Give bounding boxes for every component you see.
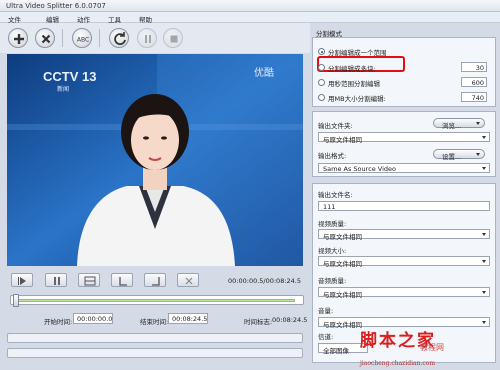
add-button[interactable] [8,28,28,48]
menu-bar: 文件 编辑 动作 工具 帮助 [0,12,500,24]
total-progress-bar [7,348,303,358]
toolbar-separator [99,29,100,47]
chevron-down-icon [476,153,480,156]
output-format-label: 输出格式: [318,152,347,160]
cancel-mark-button[interactable] [177,273,199,287]
video-size-value: 与原文件相同 [323,260,362,268]
video-frame: CCTV 13 新闻 优酷 [7,54,303,266]
toolbar: ABC [0,23,310,53]
channel-sub: 新闻 [57,85,69,93]
split-mode-radio-range[interactable] [318,48,325,55]
remove-icon [41,34,51,44]
chevron-down-icon [482,291,486,294]
split-mode-radio-size[interactable] [318,94,325,101]
settings-button[interactable]: 设置... [433,149,485,161]
watermark-url: jiaocheng.chazidian.com [360,360,436,367]
audio-quality-value: 与原文件相同 [323,291,362,299]
split-progress-bar [7,333,303,343]
pause-frame-icon [54,277,60,285]
chevron-down-icon [482,167,486,170]
stop-button[interactable] [163,28,183,48]
chevron-down-icon [482,233,486,236]
toolbar-separator [62,29,63,47]
split-button[interactable] [78,273,100,287]
volume-label: 音量: [318,307,334,315]
timeline-slider[interactable] [10,294,304,307]
abc-icon: ABC [77,37,89,44]
play-icon [18,277,26,285]
bracket-start-icon [119,277,127,286]
refresh-button[interactable] [109,28,129,48]
browse-button[interactable]: 浏览... [433,118,485,130]
refresh-icon [114,32,126,45]
video-quality-select[interactable]: 与原文件相同 [318,229,490,241]
chevron-down-icon [482,260,486,263]
split-mode-radio-seconds[interactable] [318,79,325,86]
chevron-down-icon [482,136,486,139]
pause-button[interactable] [137,28,157,48]
output-folder-value: 与原文件相同 [323,136,362,144]
channel-label: 信道: [318,333,334,341]
split-icon [84,276,96,286]
svg-text:ABC: ABC [77,37,89,44]
timeline-fill [13,299,295,302]
x-mark-icon [185,277,193,285]
frame-button[interactable] [45,273,67,287]
output-filename-label: 输出文件名: [318,191,353,199]
browse-button-label: 浏览... [442,122,462,130]
watermark-sub: 教程网 [420,343,444,352]
pause-icon [145,35,151,43]
split-mode-pieces-label: 分割编辑成多块: [328,65,376,73]
audio-quality-label: 音频质量: [318,277,347,285]
output-folder-label: 输出文件夹: [318,122,353,130]
video-preview: CCTV 13 新闻 优酷 [7,54,303,266]
window-title: Ultra Video Splitter 6.0.0707 [6,2,106,10]
time-mark-value: 00:08:24.5 [272,316,308,324]
pieces-count-input[interactable]: 30 [461,62,487,72]
split-mode-radio-pieces[interactable] [318,64,325,71]
chevron-down-icon [482,321,486,324]
split-mode-size-label: 用MB大小分割编辑: [328,95,386,103]
output-format-value: Same As Source Video [323,165,397,173]
add-icon [14,34,24,44]
corner-logo: 优酷 [254,66,274,79]
time-fields: 开始时间: 00:00:00.0 结束时间: 00:08:24.5 时间标志: … [0,313,310,327]
bracket-end-icon [152,277,160,286]
chevron-down-icon [476,122,480,125]
start-time-input[interactable]: 00:00:00.0 [73,313,113,324]
settings-button-label: 设置... [442,153,462,161]
audio-quality-select[interactable]: 与原文件相同 [318,287,490,299]
seconds-input[interactable]: 600 [461,77,487,87]
timeline-thumb[interactable] [13,294,19,307]
time-display: 00:00:00.5/00:08:24.5 [228,277,301,285]
volume-value: 与原文件相同 [323,321,362,329]
end-time-label: 结束时间: [140,318,169,326]
output-filename-input[interactable]: 111 [318,201,490,211]
set-start-button[interactable] [111,273,133,287]
start-time-label: 开始时间: [44,318,73,326]
playback-controls: 00:00:00.5/00:08:24.5 [7,271,303,291]
end-time-input[interactable]: 00:08:24.5 [168,313,208,324]
channel-value: 全部图像 [323,347,349,355]
remove-button[interactable] [35,28,55,48]
output-settings-group: 输出文件夹: 浏览... 与原文件相同 输出格式: 设置... Same As … [312,111,496,177]
output-format-select[interactable]: Same As Source Video [318,163,490,173]
video-quality-value: 与原文件相同 [323,233,362,241]
output-folder-select[interactable]: 与原文件相同 [318,132,490,144]
time-mark-label: 时间标志: [244,318,273,326]
play-button[interactable] [11,273,33,287]
split-mode-seconds-label: 用秒范围分割编辑 [328,80,380,88]
abc-button[interactable]: ABC [72,28,92,48]
split-mode-range-label: 分割编辑成一个范围 [328,49,387,57]
video-quality-label: 视频质量: [318,220,347,228]
size-mb-input[interactable]: 740 [461,92,487,102]
title-bar: Ultra Video Splitter 6.0.0707 [0,0,500,12]
video-size-label: 视频大小: [318,247,347,255]
channel-logo: CCTV 13 [43,69,96,84]
stop-icon [170,35,178,43]
split-mode-group: 分割编辑成一个范围 分割编辑成多块: 30 用秒范围分割编辑 600 用MB大小… [312,37,496,107]
video-size-select[interactable]: 与原文件相同 [318,256,490,268]
set-end-button[interactable] [144,273,166,287]
